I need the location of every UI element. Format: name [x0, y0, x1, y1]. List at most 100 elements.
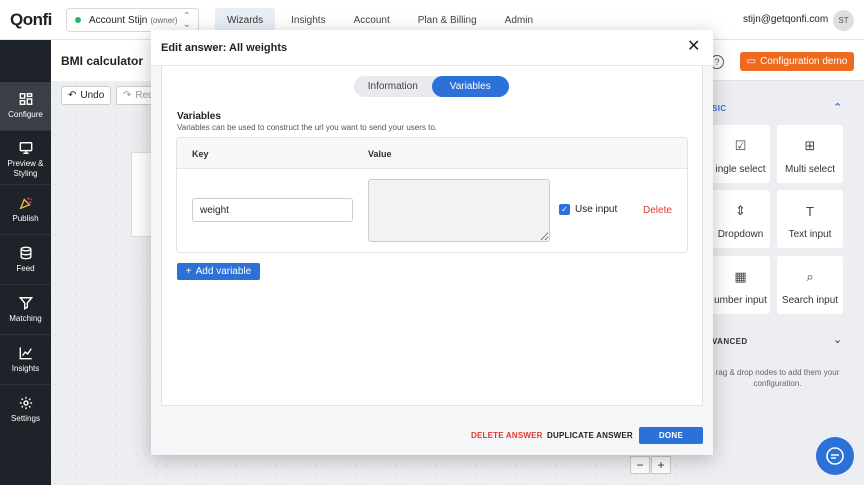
- checkmark-icon[interactable]: ✓: [559, 204, 570, 215]
- add-variable-button[interactable]: + Add variable: [177, 263, 260, 280]
- variables-table-header: Key Value: [177, 138, 687, 169]
- sidebar-divider: [0, 334, 51, 335]
- page-title: BMI calculator: [61, 54, 144, 68]
- variable-value-textarea[interactable]: [368, 179, 550, 242]
- monitor-icon: [19, 142, 32, 154]
- hint-line: configuration.: [753, 379, 802, 388]
- tab-variables[interactable]: Variables: [431, 76, 509, 97]
- column-header-value: Value: [368, 149, 392, 159]
- account-role: (owner): [150, 15, 178, 25]
- delete-answer-button[interactable]: DELETE ANSWER: [471, 431, 543, 440]
- chevron-up-icon[interactable]: ⌃: [833, 101, 843, 114]
- tile-multi-select[interactable]: ⊞ Multi select: [777, 125, 843, 183]
- redo-button[interactable]: ↷ Red: [116, 86, 156, 105]
- use-input-label: Use input: [575, 204, 618, 215]
- chevron-down-icon[interactable]: ⌄: [833, 333, 843, 346]
- done-button[interactable]: DONE: [639, 427, 703, 444]
- tile-label: umber input: [714, 295, 767, 306]
- avatar[interactable]: ST: [833, 10, 854, 31]
- tile-single-select[interactable]: ☑ ingle select: [711, 125, 770, 183]
- tab-information[interactable]: Information: [354, 76, 432, 97]
- tile-label: Text input: [788, 229, 832, 240]
- sidebar-divider: [0, 234, 51, 235]
- sidebar-item-matching[interactable]: Matching: [0, 286, 51, 334]
- nav-tab-plan-billing[interactable]: Plan & Billing: [406, 8, 489, 32]
- sidebar-item-label: Matching: [9, 314, 42, 323]
- sidebar-divider: [0, 284, 51, 285]
- use-input-checkbox[interactable]: ✓ Use input: [559, 204, 617, 215]
- tile-label: Search input: [781, 295, 839, 306]
- sidebar-item-publish[interactable]: Publish: [0, 186, 51, 234]
- duplicate-answer-button[interactable]: DUPLICATE ANSWER: [547, 431, 633, 440]
- sidebar-divider: [0, 384, 51, 385]
- sidebar-item-label: Insights: [11, 364, 40, 373]
- tile-label: Dropdown: [717, 229, 764, 240]
- redo-icon: ↷: [123, 90, 132, 101]
- flow-node[interactable]: [131, 152, 153, 237]
- sidebar-item-label: Publish: [12, 214, 39, 223]
- chevron-updown-icon: ⌃ ⌄: [182, 11, 191, 30]
- sidebar-item-configure[interactable]: Configure: [0, 82, 51, 130]
- sidebar-divider: [0, 130, 51, 131]
- account-switcher[interactable]: Account Stijn (owner) ⌃ ⌄: [66, 8, 199, 32]
- checkbox-icon: ☑: [734, 138, 747, 153]
- sidebar-item-label: Configure: [8, 110, 43, 119]
- tile-number-input[interactable]: ▦ umber input: [711, 256, 770, 314]
- text-icon: T: [806, 204, 814, 219]
- sidebar-item-label: Preview & Styling: [7, 159, 44, 178]
- zoom-out-button[interactable]: −: [630, 456, 650, 474]
- column-header-key: Key: [192, 149, 209, 159]
- sidebar-divider: [0, 184, 51, 185]
- nav-tab-wizards[interactable]: Wizards: [215, 8, 276, 32]
- sidebar-item-insights[interactable]: Insights: [0, 336, 51, 384]
- close-icon[interactable]: ✕: [687, 39, 700, 55]
- updown-icon: ⇕: [735, 203, 746, 218]
- configure-icon: [19, 93, 32, 105]
- tile-text-input[interactable]: T Text input: [777, 190, 843, 248]
- modal-tabs: Information Variables: [354, 76, 509, 97]
- tile-label: Multi select: [784, 164, 835, 175]
- user-email[interactable]: stijn@getqonfi.com: [743, 14, 828, 25]
- tile-label: ingle select: [715, 164, 766, 175]
- modal-title: Edit answer: All weights: [161, 42, 288, 54]
- left-sidebar: Configure Preview & Styling Publish Feed…: [0, 40, 51, 485]
- sidebar-item-label: Feed: [16, 264, 35, 273]
- add-variable-label: Add variable: [195, 266, 252, 277]
- hint-line: rag & drop nodes to add them your: [715, 368, 840, 377]
- modal-header: Edit answer: All weights ✕: [151, 30, 713, 66]
- logo[interactable]: Qonfi: [10, 10, 52, 30]
- drag-drop-hint: rag & drop nodes to add them your config…: [705, 367, 850, 389]
- video-icon: ▭: [746, 56, 757, 67]
- variable-key-input[interactable]: [192, 198, 353, 222]
- zoom-in-button[interactable]: +: [651, 456, 671, 474]
- basic-section-label[interactable]: SIC: [712, 104, 727, 113]
- sidebar-item-preview-styling[interactable]: Preview & Styling: [0, 136, 51, 184]
- nav-tab-admin[interactable]: Admin: [493, 8, 545, 32]
- nav-tab-insights[interactable]: Insights: [279, 8, 337, 32]
- main-nav: Wizards Insights Account Plan & Billing …: [215, 8, 545, 32]
- configuration-demo-button[interactable]: ▭ Configuration demo: [740, 52, 854, 71]
- configuration-demo-label: Configuration demo: [760, 56, 848, 67]
- undo-label: Undo: [80, 90, 105, 101]
- sidebar-item-settings[interactable]: Settings: [0, 386, 51, 434]
- advanced-section-label[interactable]: VANCED: [712, 337, 748, 346]
- undo-icon: ↶: [68, 90, 77, 101]
- sidebar-item-label: Settings: [11, 414, 40, 423]
- tile-dropdown[interactable]: ⇕ Dropdown: [711, 190, 770, 248]
- search-icon: ⌕: [806, 269, 814, 284]
- chat-button[interactable]: [816, 437, 854, 475]
- tile-search-input[interactable]: ⌕ Search input: [777, 256, 843, 314]
- variables-heading: Variables: [177, 111, 221, 122]
- variables-description: Variables can be used to construct the u…: [177, 123, 437, 132]
- account-name: Account Stijn: [89, 14, 148, 26]
- chart-icon: [19, 347, 32, 360]
- calculator-icon: ▦: [734, 269, 747, 284]
- database-icon: [19, 246, 32, 260]
- party-icon: [18, 197, 32, 210]
- nav-tab-account[interactable]: Account: [342, 8, 402, 32]
- sidebar-item-feed[interactable]: Feed: [0, 236, 51, 284]
- undo-button[interactable]: ↶ Undo: [61, 86, 111, 105]
- gear-icon: [19, 396, 32, 410]
- filter-icon: [18, 297, 33, 310]
- delete-variable-link[interactable]: Delete: [643, 205, 672, 216]
